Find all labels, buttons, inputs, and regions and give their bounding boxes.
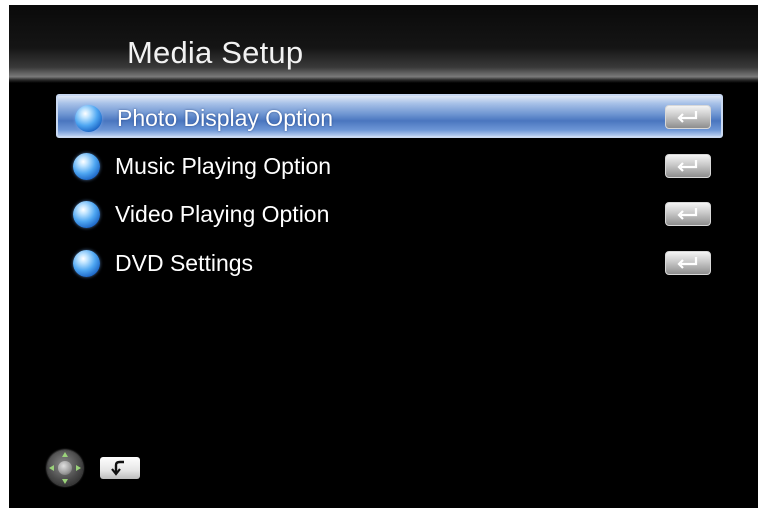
menu-item-photo-display-option[interactable]: Photo Display Option <box>56 94 723 138</box>
blue-orb-icon <box>73 201 100 228</box>
arrow-left-icon <box>49 465 54 471</box>
arrow-down-icon <box>62 479 68 484</box>
enter-key-icon[interactable] <box>665 202 711 226</box>
media-setup-screen: Media Setup Photo Display Option Music P… <box>9 5 758 508</box>
enter-key-icon[interactable] <box>665 105 711 129</box>
menu-item-label: Music Playing Option <box>115 153 332 179</box>
menu-item-label: Video Playing Option <box>115 201 330 227</box>
menu-item-music-playing-option[interactable]: Music Playing Option <box>56 144 723 188</box>
menu-item-label: DVD Settings <box>115 250 254 276</box>
blue-orb-icon <box>73 250 100 277</box>
blue-orb-icon <box>75 105 102 132</box>
menu-item-label: Photo Display Option <box>117 105 334 131</box>
dpad-center-icon <box>58 461 72 475</box>
enter-key-icon[interactable] <box>665 154 711 178</box>
arrow-up-icon <box>62 452 68 457</box>
menu-item-video-playing-option[interactable]: Video Playing Option <box>56 192 723 236</box>
arrow-right-icon <box>76 465 81 471</box>
page-title: Media Setup <box>127 35 304 70</box>
dpad-icon <box>47 450 83 486</box>
enter-key-icon[interactable] <box>665 251 711 275</box>
back-key-icon[interactable] <box>100 457 140 479</box>
menu-item-dvd-settings[interactable]: DVD Settings <box>56 241 723 285</box>
blue-orb-icon <box>73 153 100 180</box>
header-bar: Media Setup <box>9 5 758 83</box>
